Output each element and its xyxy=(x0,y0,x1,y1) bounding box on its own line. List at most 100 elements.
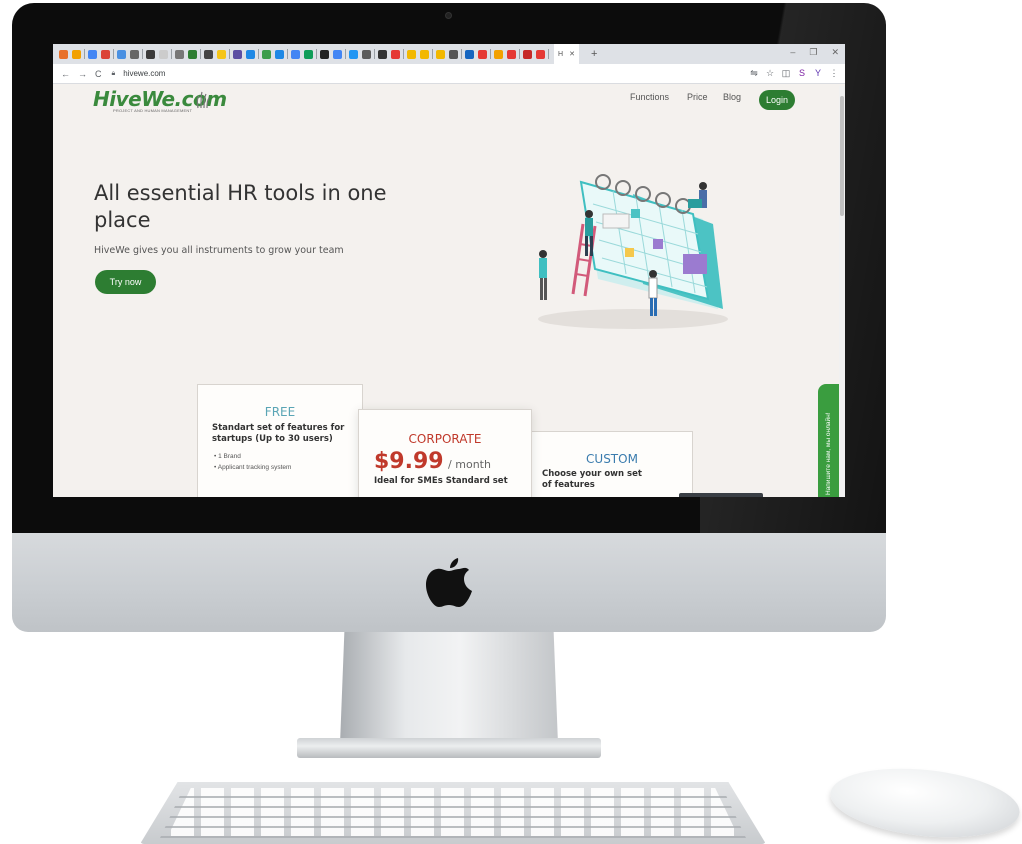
tab-separator xyxy=(200,49,201,59)
translate-icon[interactable]: ⇋ xyxy=(749,68,759,78)
tab-favicon-icon[interactable] xyxy=(117,49,126,59)
logo-tagline: PROJECT AND HUMAN MANAGEMENT xyxy=(113,108,193,113)
hero-title: All essential HR tools in one place xyxy=(94,181,387,232)
tab-favicon-icon[interactable] xyxy=(478,49,487,59)
plan-title-corporate: CORPORATE xyxy=(408,432,482,446)
plan-desc-free: Standart set of features for startups (U… xyxy=(212,423,345,444)
tab-favicon-icon[interactable] xyxy=(436,49,445,59)
nav-blog[interactable]: Blog xyxy=(723,92,741,102)
tab-favicon-icon[interactable] xyxy=(188,49,197,59)
tab-favicon-icon[interactable] xyxy=(246,49,255,59)
tab-separator xyxy=(490,49,491,59)
tab-favicon-icon[interactable] xyxy=(465,49,474,59)
tab-favicon-icon[interactable] xyxy=(101,49,110,59)
tab-separator xyxy=(113,49,114,59)
tab-favicon-icon[interactable] xyxy=(204,49,213,59)
tab-separator xyxy=(519,49,520,59)
tab-separator xyxy=(84,49,85,59)
tab-favicon-icon[interactable] xyxy=(320,49,329,59)
keyboard-key-rows xyxy=(160,788,746,838)
tab-separator xyxy=(171,49,172,59)
s-extension-icon[interactable]: S xyxy=(797,68,807,78)
tab-favicon-icon[interactable] xyxy=(217,49,226,59)
tab-favicon-icon[interactable] xyxy=(275,49,284,59)
nav-functions[interactable]: Functions xyxy=(630,92,669,102)
plan-title-free: FREE xyxy=(264,405,296,419)
tab-favicon-icon[interactable] xyxy=(507,49,516,59)
tab-favicon-icon[interactable] xyxy=(291,49,300,59)
tab-favicon-icon[interactable] xyxy=(391,49,400,59)
tab-separator xyxy=(258,49,259,59)
reload-button[interactable]: C xyxy=(95,69,102,79)
tab-favicon-icon[interactable] xyxy=(523,49,532,59)
tab-favicon-icon[interactable] xyxy=(378,49,387,59)
imac-stand xyxy=(340,632,558,744)
tab-favicon-icon[interactable] xyxy=(333,49,342,59)
tab-favicon-icon[interactable] xyxy=(536,49,545,59)
system-tray-popup xyxy=(679,493,763,497)
tab-favicon-icon[interactable] xyxy=(59,49,68,59)
pinned-tabs xyxy=(57,49,550,59)
login-button[interactable]: Login xyxy=(759,90,795,110)
star-icon[interactable]: ☆ xyxy=(765,68,775,78)
tab-favicon-icon[interactable] xyxy=(159,49,168,59)
tab-strip: H ✕ + – ❐ ✕ xyxy=(53,44,845,64)
tab-favicon-icon[interactable] xyxy=(362,49,371,59)
tab-active[interactable]: H ✕ xyxy=(554,44,579,64)
extension-icons: ⇋ ☆ ◫ S Y ⋮ xyxy=(749,68,839,78)
tab-favicon-icon[interactable] xyxy=(494,49,503,59)
tab-separator xyxy=(287,49,288,59)
tab-favicon-icon[interactable] xyxy=(146,49,155,59)
imac-scene: H ✕ + – ❐ ✕ ← → C 🔒︎ hivewe.com ⇋ ☆ ◫ S Y ⋮ H… xyxy=(0,0,1022,844)
hand-icon xyxy=(196,91,210,109)
plan-feature-text: 1 Brand xyxy=(218,453,241,460)
lock-icon[interactable]: 🔒︎ xyxy=(112,70,116,78)
tab-favicon-icon[interactable] xyxy=(72,49,81,59)
plan-card-corporate[interactable]: CORPORATE $9.99 / month Ideal for SMEs S… xyxy=(358,409,532,497)
tab-separator xyxy=(345,49,346,59)
tab-separator xyxy=(432,49,433,59)
plan-title-custom: CUSTOM xyxy=(586,452,638,466)
tab-favicon-icon[interactable] xyxy=(262,49,271,59)
plan-desc-corporate: Ideal for SMEs Standard set xyxy=(374,476,508,486)
magic-mouse xyxy=(827,760,1022,844)
active-tab-label: H xyxy=(558,50,564,58)
forward-button[interactable]: → xyxy=(78,69,87,79)
new-tab-button[interactable]: + xyxy=(591,48,597,60)
browser-window: H ✕ + – ❐ ✕ ← → C 🔒︎ hivewe.com ⇋ ☆ ◫ S Y ⋮ H… xyxy=(53,44,845,497)
menu-kebab-icon[interactable]: ⋮ xyxy=(829,68,839,78)
tab-favicon-icon[interactable] xyxy=(420,49,429,59)
apple-logo-icon xyxy=(426,558,472,607)
plan-period: / month xyxy=(448,458,491,471)
plan-card-free[interactable]: FREE Standart set of features for startu… xyxy=(197,384,363,497)
tab-favicon-icon[interactable] xyxy=(349,49,358,59)
plan-desc-custom: Choose your own set of features xyxy=(542,469,642,490)
chat-widget-label[interactable]: Напишите нам, мы онлайн! xyxy=(818,384,840,497)
plan-feature: • 1 Brand xyxy=(214,453,241,460)
tab-favicon-icon[interactable] xyxy=(407,49,416,59)
plan-card-custom[interactable]: CUSTOM Choose your own set of features xyxy=(531,431,693,497)
minimize-button[interactable]: – xyxy=(790,47,795,58)
back-button[interactable]: ← xyxy=(61,69,70,79)
try-now-button[interactable]: Try now xyxy=(95,270,156,294)
tab-favicon-icon[interactable] xyxy=(449,49,458,59)
maximize-button[interactable]: ❐ xyxy=(809,47,817,58)
scrollbar-thumb[interactable] xyxy=(840,96,844,216)
tab-separator xyxy=(403,49,404,59)
plan-feature: • Applicant tracking system xyxy=(214,464,292,471)
url-field[interactable]: hivewe.com xyxy=(123,69,165,78)
tab-favicon-icon[interactable] xyxy=(304,49,313,59)
tab-favicon-icon[interactable] xyxy=(175,49,184,59)
tab-favicon-icon[interactable] xyxy=(233,49,242,59)
tab-close-icon[interactable]: ✕ xyxy=(569,50,575,58)
calendar-illustration xyxy=(538,174,728,329)
window-controls: – ❐ ✕ xyxy=(790,47,839,58)
shield-extension-icon[interactable]: ◫ xyxy=(781,68,791,78)
plan-feature-text: Applicant tracking system xyxy=(217,464,292,471)
tab-separator xyxy=(374,49,375,59)
close-window-button[interactable]: ✕ xyxy=(831,47,839,58)
tab-favicon-icon[interactable] xyxy=(88,49,97,59)
profile-avatar-icon[interactable]: Y xyxy=(813,68,823,78)
nav-price[interactable]: Price xyxy=(687,92,708,102)
tab-favicon-icon[interactable] xyxy=(130,49,139,59)
